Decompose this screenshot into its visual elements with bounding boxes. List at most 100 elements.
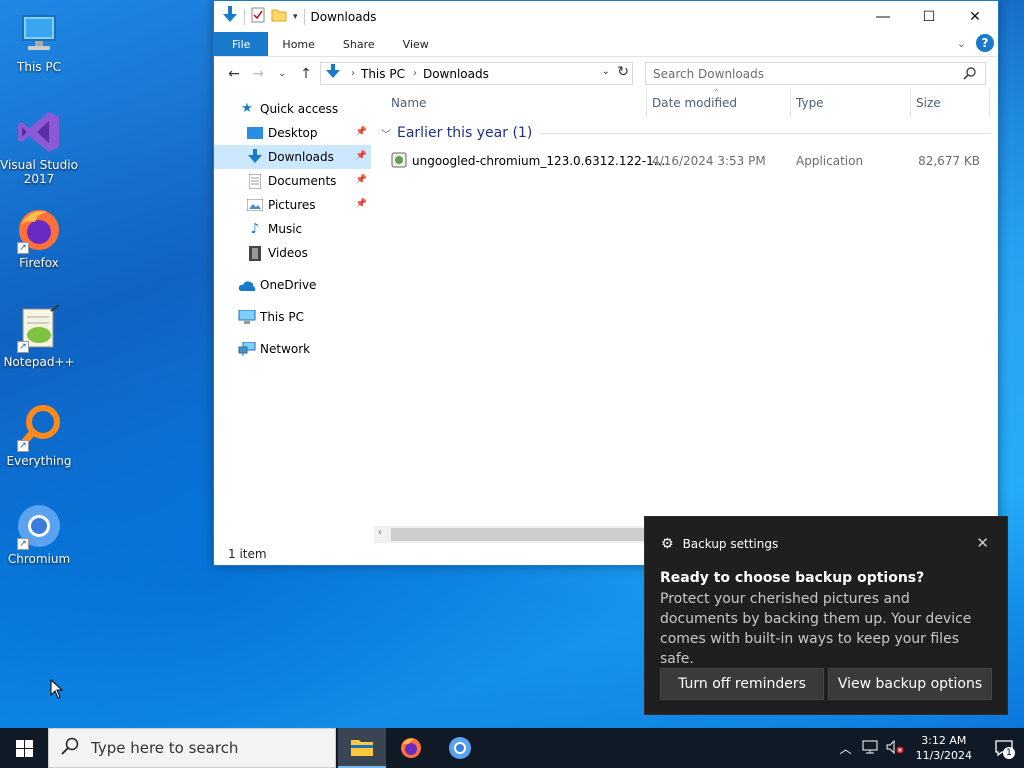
desktop-icon-label: Chromium xyxy=(7,552,71,566)
desktop-icon-label: Visual Studio 2017 xyxy=(0,158,78,186)
chromium-icon: ↗ xyxy=(15,502,63,550)
cloud-icon xyxy=(238,277,256,293)
refresh-icon[interactable]: ↻ xyxy=(617,64,629,80)
breadcrumb-this-pc[interactable]: This PC xyxy=(361,67,405,81)
firefox-icon: ↗ xyxy=(15,206,63,254)
nav-item-pictures[interactable]: Pictures 📌 xyxy=(214,193,371,217)
desktop-icon-chromium[interactable]: ↗ Chromium xyxy=(0,502,78,566)
address-bar[interactable]: › This PC › Downloads ⌄ ↻ xyxy=(320,62,633,85)
notification-app-name: Backup settings xyxy=(682,537,779,551)
clock[interactable]: 3:12 AM 11/3/2024 xyxy=(916,733,972,763)
maximize-button[interactable]: ☐ xyxy=(906,1,952,32)
expand-ribbon-icon[interactable]: ⌄ xyxy=(957,37,966,50)
up-icon[interactable]: ↑ xyxy=(294,66,318,82)
nav-label: Desktop xyxy=(268,126,318,140)
nav-item-music[interactable]: ♪ Music xyxy=(214,217,371,241)
volume-muted-icon[interactable] xyxy=(886,739,904,757)
nav-network[interactable]: Network xyxy=(214,337,371,361)
tab-view[interactable]: View xyxy=(389,32,443,56)
address-dropdown-icon[interactable]: ⌄ xyxy=(602,66,610,77)
scrollbar-thumb[interactable] xyxy=(391,528,644,541)
notepadpp-icon: ↗ xyxy=(15,304,63,353)
customize-toolbar-icon[interactable]: ▾ xyxy=(293,12,298,22)
tab-file[interactable]: File xyxy=(214,32,269,56)
desktop-icon-visual-studio[interactable]: Visual Studio 2017 xyxy=(0,108,78,186)
tab-share[interactable]: Share xyxy=(329,32,389,56)
file-name: ungoogled-chromium_123.0.6312.122-1.... xyxy=(412,154,669,168)
title-bar[interactable]: ▾ Downloads ― ☐ ✕ xyxy=(214,1,998,32)
nav-item-videos[interactable]: Videos xyxy=(214,241,371,265)
nav-onedrive[interactable]: OneDrive xyxy=(214,273,371,297)
close-icon[interactable]: ✕ xyxy=(976,534,989,552)
column-date-modified[interactable]: Date modified xyxy=(652,96,737,110)
nav-this-pc[interactable]: This PC xyxy=(214,305,371,329)
clock-date: 11/3/2024 xyxy=(915,749,972,762)
address-row: ← → ⌄ ↑ › This PC › Downloads ⌄ ↻ Search… xyxy=(214,56,998,90)
desktop-icon-label: This PC xyxy=(17,60,61,74)
recent-locations-icon[interactable]: ⌄ xyxy=(270,69,294,79)
taskbar-file-explorer[interactable] xyxy=(338,728,386,768)
desktop-icon-notepadpp[interactable]: ↗ Notepad++ xyxy=(0,304,78,369)
column-divider[interactable] xyxy=(646,89,647,117)
quick-access-toolbar: ▾ xyxy=(222,6,305,27)
forward-icon[interactable]: → xyxy=(246,66,270,82)
turn-off-reminders-button[interactable]: Turn off reminders xyxy=(660,668,824,700)
network-status-icon[interactable] xyxy=(862,740,878,757)
properties-icon[interactable] xyxy=(251,7,265,26)
new-folder-icon[interactable] xyxy=(271,8,287,25)
ribbon-right-controls: ⌄ ? xyxy=(957,34,994,52)
show-hidden-icons-icon[interactable]: ︿ xyxy=(840,740,852,757)
column-type[interactable]: Type xyxy=(796,96,824,110)
notification-title: Ready to choose backup options? xyxy=(660,570,925,586)
collapse-chevron-icon[interactable]: ﹀ xyxy=(381,126,391,141)
desktop-icon-everything[interactable]: ↗ Everything xyxy=(0,404,78,468)
tab-home[interactable]: Home xyxy=(268,32,328,56)
nav-label: Quick access xyxy=(260,101,339,116)
column-divider[interactable] xyxy=(910,89,911,117)
search-icon xyxy=(61,737,79,759)
star-icon: ★ xyxy=(241,101,253,116)
nav-label: This PC xyxy=(260,310,304,324)
pin-icon: 📌 xyxy=(355,199,367,209)
file-size: 82,677 KB xyxy=(918,154,980,168)
taskbar-search-input[interactable]: Type here to search xyxy=(48,728,336,768)
nav-item-downloads[interactable]: Downloads 📌 xyxy=(214,145,371,169)
breadcrumb-chevron-icon: › xyxy=(351,68,355,79)
group-header[interactable]: ﹀ Earlier this year (1) xyxy=(381,125,991,141)
file-date: 4/16/2024 3:53 PM xyxy=(652,154,766,168)
nav-label: Pictures xyxy=(268,198,316,212)
search-input[interactable]: Search Downloads xyxy=(645,62,986,85)
nav-item-documents[interactable]: Documents 📌 xyxy=(214,169,371,193)
pin-icon: 📌 xyxy=(355,127,367,137)
desktop-icon-this-pc[interactable]: This PC xyxy=(0,10,78,74)
taskbar-firefox[interactable] xyxy=(387,728,435,768)
file-list: Name Date modified ⌃ Type Size ﹀ Earlier… xyxy=(379,88,994,168)
column-divider[interactable] xyxy=(790,89,791,117)
column-size[interactable]: Size xyxy=(916,96,941,110)
scroll-left-icon[interactable]: ‹ xyxy=(378,527,382,538)
column-name[interactable]: Name xyxy=(391,96,426,110)
nav-item-desktop[interactable]: Desktop 📌 xyxy=(214,121,371,145)
this-pc-icon xyxy=(15,10,63,58)
gear-icon: ⚙ xyxy=(661,536,674,552)
backup-notification[interactable]: ⚙ Backup settings ✕ Ready to choose back… xyxy=(644,516,1008,715)
file-explorer-window[interactable]: ▾ Downloads ― ☐ ✕ File Home Share View ⌄… xyxy=(213,0,999,566)
view-backup-options-button[interactable]: View backup options xyxy=(828,668,992,700)
help-icon[interactable]: ? xyxy=(976,34,994,52)
table-row[interactable]: ungoogled-chromium_123.0.6312.122-1.... … xyxy=(379,150,994,172)
action-center-button[interactable]: 1 xyxy=(984,728,1024,768)
horizontal-scrollbar[interactable]: ‹ xyxy=(374,526,644,543)
visual-studio-icon xyxy=(15,108,63,156)
breadcrumb-downloads[interactable]: Downloads xyxy=(423,67,489,81)
column-divider[interactable] xyxy=(989,89,990,117)
nav-quick-access[interactable]: ★ Quick access xyxy=(214,96,371,121)
everything-icon: ↗ xyxy=(15,404,63,452)
minimize-button[interactable]: ― xyxy=(860,1,906,32)
music-icon: ♪ xyxy=(250,221,260,237)
desktop-folder-icon xyxy=(246,125,264,141)
close-button[interactable]: ✕ xyxy=(952,1,998,32)
start-button[interactable] xyxy=(0,728,48,768)
taskbar-chromium[interactable] xyxy=(436,728,484,768)
desktop-icon-firefox[interactable]: ↗ Firefox xyxy=(0,206,78,270)
back-icon[interactable]: ← xyxy=(222,66,246,82)
